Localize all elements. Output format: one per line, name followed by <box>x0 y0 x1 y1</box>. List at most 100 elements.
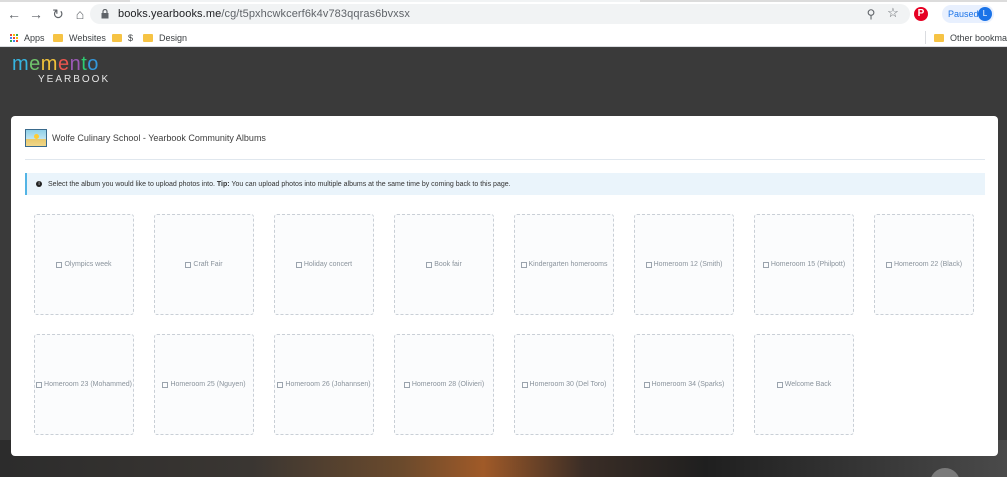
album-tile[interactable]: Homeroom 25 (Nguyen) <box>154 334 254 435</box>
logo-subtitle: YEARBOOK <box>38 74 111 85</box>
album-tile[interactable]: Homeroom 34 (Sparks) <box>634 334 734 435</box>
album-tile[interactable]: Homeroom 28 (Olivieri) <box>394 334 494 435</box>
forward-icon[interactable]: → <box>25 3 47 25</box>
bookmark-apps-label: Apps <box>24 32 45 43</box>
album-label: Homeroom 28 (Olivieri) <box>411 381 485 388</box>
album-tile[interactable]: Olympics week <box>34 214 134 315</box>
bookmark-design-label: Design <box>159 32 188 43</box>
album-label: Holiday concert <box>303 261 353 268</box>
address-bar[interactable]: books.yearbooks.me/cg/t5pxhcwkcerf6k4v78… <box>90 4 910 24</box>
image-icon <box>295 261 302 268</box>
tip-body: You can upload photos into multiple albu… <box>231 180 511 188</box>
profile-status: Paused <box>948 9 979 19</box>
bookmark-other[interactable]: Other bookmarks <box>934 31 1007 44</box>
tab-strip <box>0 0 1007 2</box>
page-content: memento YEARBOOK Wolfe Culinary School -… <box>0 48 1007 477</box>
bookmark-dollar-label: $ <box>128 32 134 43</box>
avatar: L <box>978 7 992 21</box>
image-icon <box>403 381 410 388</box>
logo-letter: e <box>29 53 41 75</box>
album-label: Homeroom 23 (Mohammed) <box>44 381 132 388</box>
album-tile[interactable]: Holiday concert <box>274 214 374 315</box>
folder-icon <box>934 33 944 42</box>
album-tile[interactable]: Craft Fair <box>154 214 254 315</box>
bookmarks-bar: Apps Websites $ Design Other bookmarks <box>0 28 1007 47</box>
album-tile[interactable]: Welcome Back <box>754 334 854 435</box>
bookmark-apps[interactable]: Apps <box>9 31 45 44</box>
album-label: Olympics week <box>64 261 112 268</box>
folder-icon <box>112 33 122 42</box>
album-label: Homeroom 12 (Smith) <box>653 261 723 268</box>
album-tile[interactable]: Homeroom 26 (Johannsen) <box>274 334 374 435</box>
profile-button[interactable]: Paused L <box>942 5 994 23</box>
page-title: Wolfe Culinary School - Yearbook Communi… <box>52 133 266 143</box>
logo-letter: m <box>12 53 30 75</box>
image-icon <box>162 381 169 388</box>
bookmark-star-icon[interactable]: ☆ <box>886 6 900 20</box>
bookmark-other-label: Other bookmarks <box>950 32 1007 43</box>
album-label: Kindergarten homerooms <box>528 261 608 268</box>
album-tile[interactable]: Homeroom 15 (Philpott) <box>754 214 854 315</box>
folder-icon <box>53 33 63 42</box>
logo-letter: n <box>69 53 82 75</box>
album-label: Craft Fair <box>193 261 223 268</box>
reload-icon[interactable]: ↻ <box>47 3 69 25</box>
image-icon <box>56 261 63 268</box>
album-label: Homeroom 15 (Philpott) <box>770 261 846 268</box>
album-label: Homeroom 25 (Nguyen) <box>170 381 246 388</box>
image-icon <box>520 261 527 268</box>
browser-toolbar: ← → ↻ ⌂ books.yearbooks.me/cg/t5pxhcwkce… <box>0 0 1007 28</box>
logo-wordmark: memento <box>12 54 110 74</box>
tip-label: Tip: <box>216 180 230 188</box>
lock-icon <box>100 8 110 20</box>
album-label: Homeroom 26 (Johannsen) <box>285 381 371 388</box>
image-icon <box>885 261 892 268</box>
pinterest-extension-icon[interactable]: P <box>914 7 928 21</box>
apps-grid-icon <box>9 33 18 42</box>
album-tile[interactable]: Homeroom 12 (Smith) <box>634 214 734 315</box>
albums-card: Wolfe Culinary School - Yearbook Communi… <box>11 116 998 456</box>
logo-letter: o <box>87 53 99 75</box>
album-label: Homeroom 22 (Black) <box>893 261 963 268</box>
image-icon <box>277 381 284 388</box>
image-icon <box>521 381 528 388</box>
logo-letter: m <box>40 53 58 75</box>
album-label: Welcome Back <box>784 381 832 388</box>
album-tile[interactable]: Homeroom 30 (Del Toro) <box>514 334 614 435</box>
card-header: Wolfe Culinary School - Yearbook Communi… <box>25 128 266 148</box>
bookmark-design[interactable]: Design <box>143 31 187 44</box>
image-icon <box>36 381 43 388</box>
album-tile[interactable]: Book fair <box>394 214 494 315</box>
image-icon <box>645 261 652 268</box>
tip-text: Select the album you would like to uploa… <box>48 181 511 188</box>
bookmark-websites[interactable]: Websites <box>53 31 106 44</box>
album-label: Homeroom 30 (Del Toro) <box>529 381 607 388</box>
folder-icon <box>143 33 153 42</box>
album-label: Book fair <box>434 261 462 268</box>
logo-letter: e <box>57 53 70 75</box>
url-path: /cg/t5pxhcwkcerf6k4v783qq <box>221 8 360 20</box>
bookmark-websites-label: Websites <box>69 32 106 43</box>
search-icon[interactable]: ⚲ <box>864 7 878 21</box>
album-tile[interactable]: Homeroom 22 (Black) <box>874 214 974 315</box>
album-tile[interactable]: Kindergarten homerooms <box>514 214 614 315</box>
album-label: Homeroom 34 (Sparks) <box>651 381 725 388</box>
image-icon <box>762 261 769 268</box>
back-icon[interactable]: ← <box>3 3 25 25</box>
bookmark-dollar[interactable]: $ <box>112 31 133 44</box>
tip-prefix: Select the album you would like to uploa… <box>48 180 215 188</box>
tip-banner: i Select the album you would like to upl… <box>25 173 985 195</box>
album-tile[interactable]: Homeroom 23 (Mohammed) <box>34 334 134 435</box>
image-icon <box>643 381 650 388</box>
memento-logo[interactable]: memento YEARBOOK <box>12 54 110 85</box>
url-host: books.yearbooks.me <box>118 8 222 20</box>
image-icon <box>776 381 783 388</box>
home-icon[interactable]: ⌂ <box>69 3 91 25</box>
image-icon <box>185 261 192 268</box>
school-thumbnail <box>25 129 47 147</box>
bookmark-separator <box>925 31 926 44</box>
image-icon <box>426 261 433 268</box>
info-icon: i <box>36 181 42 187</box>
header-divider <box>25 159 985 160</box>
active-tab-indicator <box>130 0 640 2</box>
